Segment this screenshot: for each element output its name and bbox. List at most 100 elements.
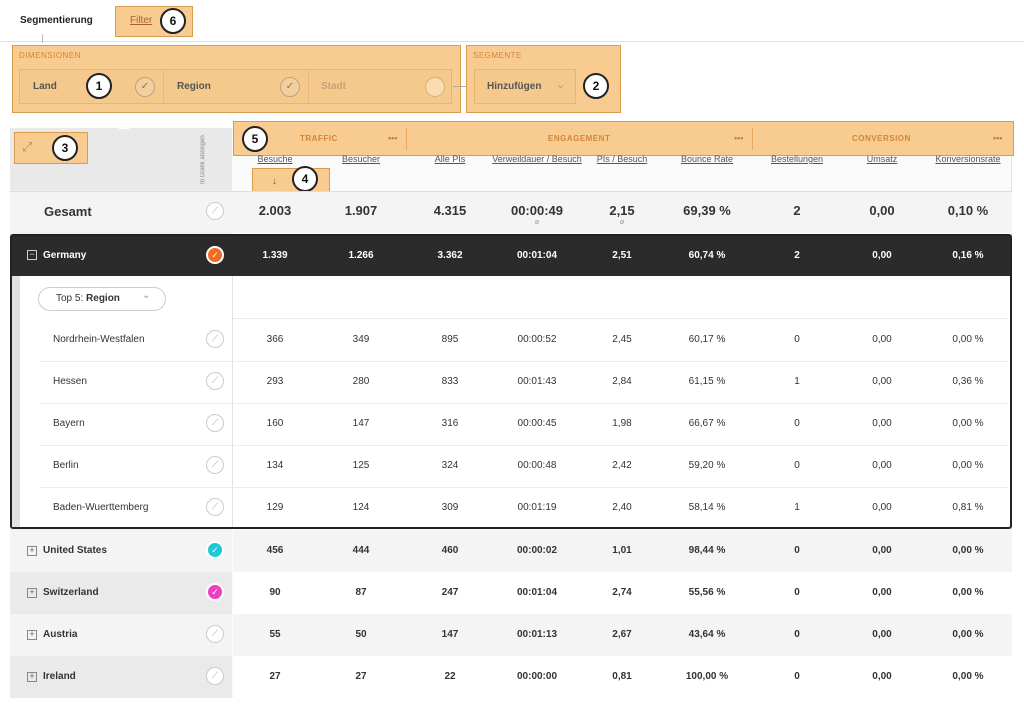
- divider: [406, 128, 407, 150]
- expand-plus-icon[interactable]: +: [27, 588, 37, 598]
- country-bestellungen: 0: [794, 629, 800, 640]
- country-bestellungen: 0: [794, 671, 800, 682]
- group-engagement-menu-icon[interactable]: •••: [734, 133, 743, 143]
- region-besucher: 147: [352, 418, 370, 429]
- region-verweildauer: 00:01:43: [517, 376, 557, 387]
- group-conversion: CONVERSION: [852, 134, 911, 143]
- trend-chart-icon[interactable]: ⟋: [206, 625, 224, 643]
- column-header-bounce-rate[interactable]: Bounce Rate: [662, 154, 752, 165]
- row-divider: [40, 487, 1007, 488]
- group-engagement: ENGAGEMENT: [548, 134, 611, 143]
- selected-check-icon[interactable]: ✓: [206, 583, 224, 601]
- expand-icon: ⤢: [22, 139, 33, 154]
- region-bounce-rate: 58,14 %: [688, 502, 726, 513]
- dimension-stadt[interactable]: Stadt: [321, 81, 346, 92]
- region-pis-besuch: 2,40: [612, 502, 632, 513]
- country-konversionsrate: 0,00 %: [952, 629, 984, 640]
- expand-plus-icon[interactable]: +: [27, 630, 37, 640]
- column-header-besucher[interactable]: Besucher: [316, 154, 406, 165]
- pointer-triangle: [118, 123, 130, 129]
- dimension-land-check-icon[interactable]: ✓: [135, 77, 155, 97]
- country-verweildauer: 00:01:13: [516, 629, 558, 640]
- country-besuche: 456: [266, 545, 284, 556]
- dimension-region-check-icon[interactable]: ✓: [280, 77, 300, 97]
- region-alle-pis: 316: [441, 418, 459, 429]
- region-alle-pis: 324: [441, 460, 459, 471]
- column-header-bestellungen[interactable]: Bestellungen: [752, 154, 842, 165]
- column-header-konversionsrate[interactable]: Konversionsrate: [923, 154, 1013, 165]
- region-konversionsrate: 0,00 %: [952, 418, 984, 429]
- group-conversion-menu-icon[interactable]: •••: [993, 133, 1002, 143]
- total-besucher: 1.907: [344, 203, 378, 218]
- region-bounce-rate: 61,15 %: [688, 376, 726, 387]
- expand-plus-icon[interactable]: +: [27, 672, 37, 682]
- region-verweildauer: 00:00:45: [517, 418, 557, 429]
- region-umsatz: 0,00: [872, 334, 892, 345]
- sort-arrow-icon[interactable]: ↓: [272, 176, 277, 187]
- country-bounce-rate: 55,56 %: [688, 587, 726, 598]
- expand-plus-icon[interactable]: +: [27, 546, 37, 556]
- region-besucher: 125: [352, 460, 370, 471]
- region-besucher: 349: [352, 334, 370, 345]
- callout-1: 1: [86, 73, 112, 99]
- region-besuche: 134: [266, 460, 284, 471]
- region-pis-besuch: 1,98: [612, 418, 632, 429]
- region-konversionsrate: 0,00 %: [952, 460, 984, 471]
- region-umsatz: 0,00: [872, 460, 892, 471]
- tab-filter[interactable]: Filter: [130, 15, 152, 26]
- region-umsatz: 0,00: [872, 502, 892, 513]
- trend-chart-icon[interactable]: ⟋: [206, 414, 224, 432]
- trend-chart-icon[interactable]: ⟋: [206, 667, 224, 685]
- connector-line: [453, 86, 466, 87]
- germany-check-icon[interactable]: ✓: [206, 246, 224, 264]
- region-verweildauer: 00:00:52: [517, 334, 557, 345]
- column-header-besuche[interactable]: Besuche: [230, 154, 320, 165]
- dimension-stadt-empty-icon[interactable]: [425, 77, 445, 97]
- group-traffic-menu-icon[interactable]: •••: [388, 133, 397, 143]
- column-header-pis-besuch[interactable]: PIs / Besuch: [577, 154, 667, 165]
- region-konversionsrate: 0,36 %: [952, 376, 984, 387]
- country-besucher: 444: [352, 545, 370, 556]
- region-besuche: 129: [266, 502, 284, 513]
- column-header-umsatz[interactable]: Umsatz: [837, 154, 927, 165]
- top5-dropdown-label: Top 5: Region: [56, 293, 120, 304]
- germany-bestellungen: 2: [794, 250, 800, 261]
- region-bestellungen: 0: [794, 418, 800, 429]
- total-konversionsrate: 0,10 %: [947, 203, 989, 218]
- country-pis-besuch: 2,74: [612, 587, 632, 598]
- trend-chart-icon[interactable]: ⟋: [206, 498, 224, 516]
- region-bestellungen: 0: [794, 334, 800, 345]
- dimension-region[interactable]: Region: [177, 81, 211, 92]
- trend-chart-icon[interactable]: ⟋: [206, 202, 224, 220]
- tab-segmentierung[interactable]: Segmentierung: [20, 15, 93, 26]
- selected-check-icon[interactable]: ✓: [206, 541, 224, 559]
- region-besucher: 124: [352, 502, 370, 513]
- country-bestellungen: 0: [794, 545, 800, 556]
- trend-chart-icon[interactable]: ⟋: [206, 456, 224, 474]
- row-divider: [40, 403, 1007, 404]
- country-besuche: 90: [269, 587, 281, 598]
- region-bestellungen: 1: [794, 502, 800, 513]
- country-konversionsrate: 0,00 %: [952, 545, 984, 556]
- row-divider: [40, 445, 1007, 446]
- column-header-alle-pis[interactable]: Alle PIs: [405, 154, 495, 165]
- region-label: Baden-Wuerttemberg: [53, 502, 149, 513]
- country-konversionsrate: 0,00 %: [952, 587, 984, 598]
- column-header-verweildauer[interactable]: Verweildauer / Besuch: [492, 154, 582, 165]
- chevron-separator: [299, 69, 309, 104]
- trend-chart-icon[interactable]: ⟋: [206, 330, 224, 348]
- callout-3: 3: [52, 135, 78, 161]
- region-alle-pis: 895: [441, 334, 459, 345]
- country-konversionsrate: 0,00 %: [952, 671, 984, 682]
- dimension-land[interactable]: Land: [33, 81, 57, 92]
- collapse-icon[interactable]: −: [27, 250, 37, 260]
- country-alle-pis: 22: [444, 671, 456, 682]
- total-besuche: 2.003: [258, 203, 292, 218]
- chevron-down-icon: ⌄: [142, 290, 151, 301]
- chart-toggle-label: In Grafik anzeigen: [200, 135, 206, 185]
- trend-chart-icon[interactable]: ⟋: [206, 372, 224, 390]
- germany-konversionsrate: 0,16 %: [952, 250, 984, 261]
- callout-4: 4: [292, 166, 318, 192]
- country-pis-besuch: 0,81: [612, 671, 632, 682]
- country-bounce-rate: 43,64 %: [688, 629, 726, 640]
